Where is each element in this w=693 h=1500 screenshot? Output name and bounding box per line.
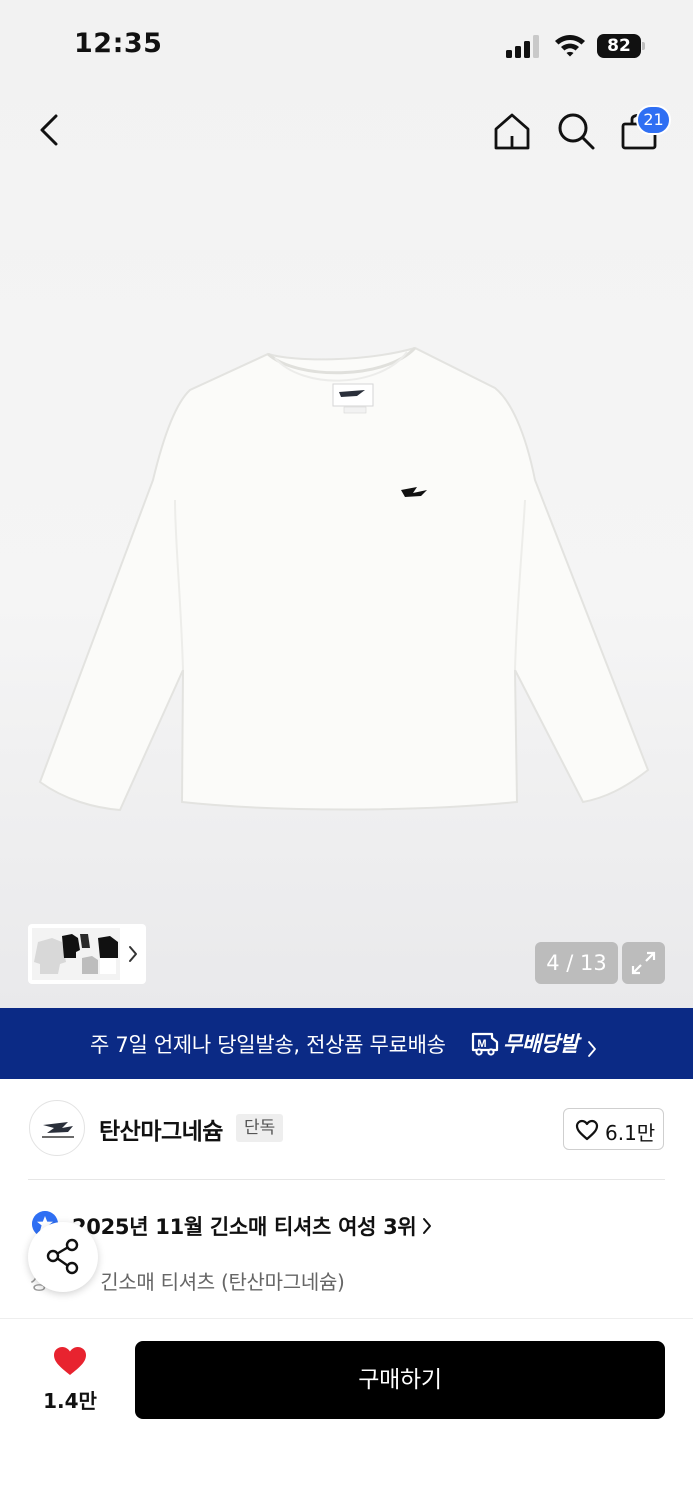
- bottom-action-bar: 1.4만 구매하기: [0, 1318, 693, 1500]
- home-icon[interactable]: [491, 110, 533, 152]
- ranking-text: 2025년 11월 긴소매 티셔츠 여성 3위: [72, 1215, 417, 1239]
- store-name[interactable]: 탄산마그네슘: [99, 1112, 223, 1146]
- cart-count-badge: 21: [636, 105, 671, 135]
- expand-button[interactable]: [622, 942, 665, 984]
- top-navigation: [0, 90, 693, 174]
- search-icon[interactable]: [555, 110, 597, 152]
- heart-outline-icon: [575, 1119, 599, 1141]
- battery-icon: 82: [597, 34, 647, 58]
- truck-logo-letter: M: [477, 1038, 486, 1050]
- product-image: [38, 346, 650, 812]
- divider: [28, 1179, 665, 1180]
- chevron-right-icon: [588, 1041, 596, 1057]
- store-logo-icon: [42, 1122, 74, 1138]
- heart-filled-icon: [54, 1347, 86, 1375]
- chevron-right-icon: [129, 946, 137, 962]
- image-page-counter: 4 / 13: [535, 942, 618, 984]
- battery-level: 82: [597, 34, 641, 58]
- expand-icon: [631, 951, 656, 975]
- store-like-count: 6.1만: [605, 1121, 656, 1145]
- status-time: 12:35: [74, 28, 163, 59]
- status-bar: 12:35 82: [0, 0, 693, 90]
- back-icon[interactable]: [30, 108, 70, 152]
- exclusive-tag: 단독: [236, 1114, 284, 1142]
- truck-icon: M: [471, 1032, 499, 1056]
- share-icon: [46, 1238, 79, 1275]
- store-like-button[interactable]: 6.1만: [563, 1108, 664, 1150]
- banner-brand: 무배당발: [503, 1032, 579, 1056]
- thumbnail-strip[interactable]: [28, 924, 146, 984]
- buy-button[interactable]: 구매하기: [135, 1341, 665, 1419]
- category-path: 긴소매 티셔츠 (탄산마그네슘): [100, 1270, 345, 1294]
- banner-text: 주 7일 언제나 당일발송, 전상품 무료배송: [90, 1033, 446, 1057]
- store-avatar[interactable]: [29, 1100, 85, 1156]
- chevron-right-icon: [423, 1218, 431, 1234]
- product-image-gallery[interactable]: 21 4 / 13: [0, 0, 693, 1008]
- wifi-icon: [555, 35, 585, 57]
- thumbnail-image: [32, 928, 120, 980]
- wishlist-button[interactable]: 1.4만: [30, 1345, 110, 1415]
- shipping-promo-banner[interactable]: 주 7일 언제나 당일발송, 전상품 무료배송 M 무배당발: [0, 1008, 693, 1079]
- share-button[interactable]: [28, 1222, 98, 1292]
- wishlist-count: 1.4만: [43, 1389, 97, 1413]
- signal-icon: [506, 34, 542, 58]
